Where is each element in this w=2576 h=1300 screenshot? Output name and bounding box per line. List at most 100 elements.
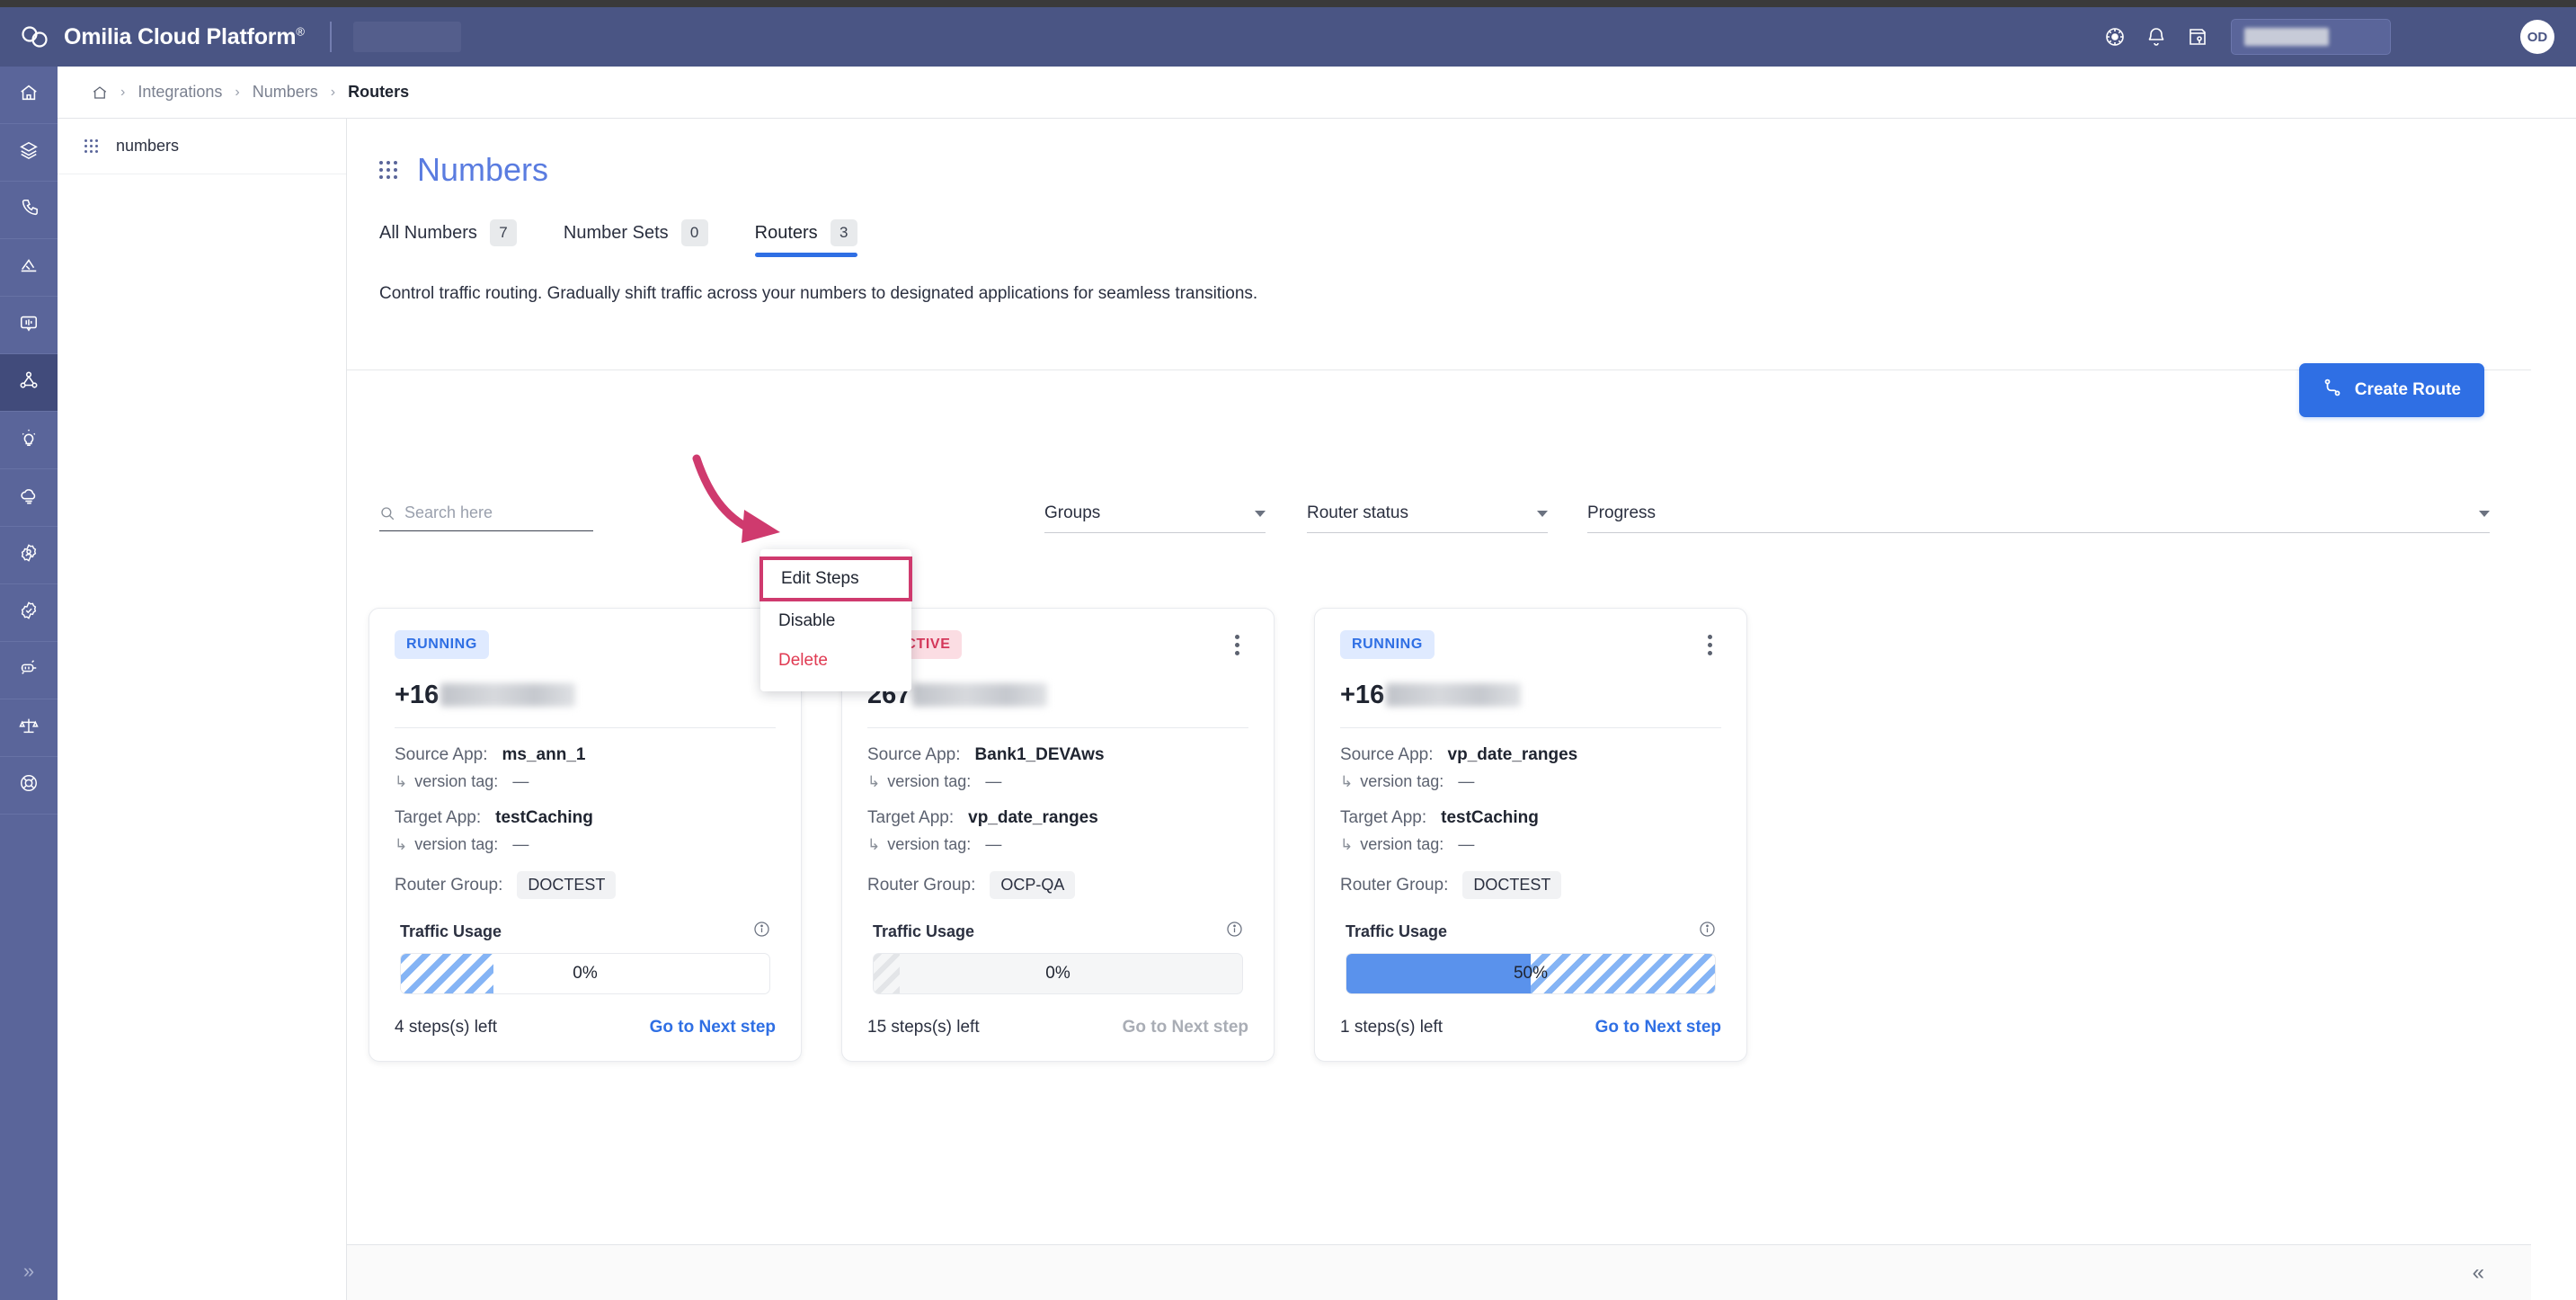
phone-icon [19,198,39,222]
version-tag-label: version tag: [414,835,499,853]
source-app-row: Source App: Bank1_DEVAws [867,745,1248,765]
card-menu-button[interactable] [1699,629,1721,661]
info-icon[interactable] [1699,921,1716,942]
context-menu-item-label: Delete [778,651,828,670]
rail-item-phone[interactable] [0,182,58,239]
rail-item-lightbulb[interactable] [0,412,58,469]
router-group-row: Router Group: DOCTEST [1340,871,1721,899]
rail-item-support[interactable] [0,757,58,815]
breadcrumb-item-integrations[interactable]: Integrations [138,83,222,102]
card-divider [867,727,1248,728]
rail-item-integrations[interactable] [0,354,58,412]
target-app-label: Target App: [1340,808,1427,827]
context-menu-item-edit-steps[interactable]: Edit Steps [759,557,912,601]
version-tag-label: version tag: [414,772,499,790]
router-card[interactable]: RUNNING +16 Source App: vp_date_ranges ↳… [1314,608,1747,1062]
header-search-input[interactable] [2231,19,2391,55]
router-group-row: Router Group: OCP-QA [867,871,1248,899]
router-phone-number: 267 [867,677,1248,713]
progress-select[interactable]: Progress [1587,503,2490,533]
rail-item-user-settings[interactable] [0,527,58,584]
router-phone-redacted [912,683,1048,707]
source-app-row: Source App: vp_date_ranges [1340,745,1721,765]
traffic-bar-stripe [874,954,900,993]
groups-select-label: Groups [1044,503,1101,522]
breadcrumb-item-routers: Routers [348,83,410,101]
brand-logo-group[interactable]: Omilia Cloud Platform® [20,23,305,50]
status-badge: RUNNING [395,630,489,659]
sidebar-item-numbers[interactable]: numbers [58,119,346,174]
router-card[interactable]: RUNNING +16 Source App: ms_ann_1 ↳ versi… [369,608,802,1062]
version-tag-label: version tag: [887,835,972,853]
traffic-usage-bar: 50% [1346,953,1716,994]
rail-spacer [0,815,58,1242]
breadcrumb-separator: › [330,84,336,100]
collapse-sidebar-button[interactable]: « [2473,1260,2484,1286]
router-status-select[interactable]: Router status [1307,503,1548,533]
go-to-next-step-link[interactable]: Go to Next step [650,1018,776,1037]
breadcrumb: › Integrations › Numbers › Routers [58,67,2576,119]
breadcrumb-item-numbers[interactable]: Numbers [253,83,318,102]
tab-routers[interactable]: Routers 3 [754,219,857,257]
notepad-key-icon[interactable] [2177,16,2218,58]
groups-select[interactable]: Groups [1044,503,1266,533]
source-app-label: Source App: [1340,745,1434,764]
header-extra-field[interactable] [2403,22,2500,52]
target-version-tag-row: ↳ version tag: — [867,835,1248,854]
subitem-arrow-icon: ↳ [395,836,408,853]
info-icon[interactable] [753,921,770,942]
header-tenant-selector[interactable] [352,22,461,52]
chevron-down-icon [1537,510,1548,517]
version-tag-value: — [985,772,1002,790]
page-title-row: Numbers [379,151,2531,189]
tab-label: All Numbers [379,222,477,243]
create-route-label: Create Route [2354,380,2461,399]
dashboard-wheel-icon[interactable] [2094,16,2136,58]
rail-item-chat[interactable] [0,297,58,354]
search-input[interactable] [404,503,584,522]
source-version-tag-row: ↳ version tag: — [867,772,1248,791]
info-icon[interactable] [1226,921,1243,942]
header-actions: OD [2094,16,2554,58]
rail-expand-button[interactable]: » [0,1242,58,1300]
header-divider [329,22,332,52]
card-footer: 15 steps(s) left Go to Next step [867,1018,1248,1037]
rail-item-layers[interactable] [0,124,58,182]
source-app-label: Source App: [395,745,488,764]
context-menu-item-label: Disable [778,611,836,630]
create-route-button[interactable]: Create Route [2298,363,2484,417]
breadcrumb-home-icon[interactable] [92,85,108,101]
context-menu-item-delete[interactable]: Delete [760,641,911,681]
automation-icon [19,658,39,682]
steps-left-label: 15 steps(s) left [867,1018,980,1037]
rail-item-analytics[interactable] [0,239,58,297]
filter-bar: Groups Router status Progress [379,503,2490,559]
rail-item-verified[interactable] [0,584,58,642]
source-app-row: Source App: ms_ann_1 [395,745,776,765]
bell-icon[interactable] [2136,16,2177,58]
search-box[interactable] [379,503,593,531]
tab-label: Routers [754,222,818,243]
version-tag-value: — [1458,835,1475,853]
card-footer: 4 steps(s) left Go to Next step [395,1018,776,1037]
avatar[interactable]: OD [2520,20,2554,54]
traffic-bar-stripe [401,954,493,993]
tab-number-sets[interactable]: Number Sets 0 [564,219,708,257]
target-app-value: vp_date_ranges [968,808,1098,827]
router-phone-number: +16 [395,677,776,713]
context-menu-item-label: Edit Steps [781,569,859,588]
rail-item-automation[interactable] [0,642,58,699]
card-menu-button[interactable] [1226,629,1248,661]
version-tag-label: version tag: [887,772,972,790]
version-tag-label: version tag: [1360,772,1444,790]
page-title: Numbers [417,151,549,188]
left-icon-rail: » [0,67,58,1300]
source-app-value: Bank1_DEVAws [974,745,1105,764]
rail-item-home[interactable] [0,67,58,124]
rail-item-scales[interactable] [0,699,58,757]
page-description: Control traffic routing. Gradually shift… [379,284,1258,303]
go-to-next-step-link[interactable]: Go to Next step [1595,1018,1721,1037]
context-menu-item-disable[interactable]: Disable [760,601,911,641]
tab-all-numbers[interactable]: All Numbers 7 [379,219,517,257]
rail-item-cloud[interactable] [0,469,58,527]
